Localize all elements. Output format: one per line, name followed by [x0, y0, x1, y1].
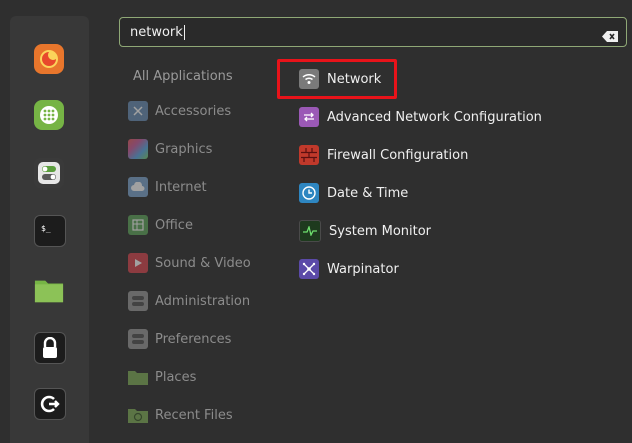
- search-value: network: [130, 25, 183, 40]
- brick-wall-icon: [299, 145, 319, 165]
- category-internet[interactable]: Internet: [128, 176, 207, 198]
- category-label: Recent Files: [155, 407, 233, 423]
- software-manager-icon[interactable]: [34, 100, 64, 130]
- scissors-icon: [128, 101, 148, 121]
- clock-icon: [299, 183, 319, 203]
- files-folder-icon[interactable]: [34, 275, 64, 305]
- text-caret: [183, 25, 185, 40]
- spreadsheet-icon: [128, 215, 148, 235]
- toggle-icon: [128, 329, 148, 349]
- category-preferences[interactable]: Preferences: [128, 328, 231, 350]
- category-graphics[interactable]: Graphics: [128, 138, 212, 160]
- app-warpinator[interactable]: Warpinator: [299, 258, 399, 280]
- category-administration[interactable]: Administration: [128, 290, 250, 312]
- lock-screen-icon[interactable]: [34, 332, 66, 364]
- firefox-icon[interactable]: [34, 44, 64, 74]
- highlight-box: [277, 59, 397, 99]
- settings-toggle-icon[interactable]: [34, 158, 64, 188]
- pulse-icon: [299, 220, 321, 242]
- play-icon: [128, 253, 148, 273]
- search-text[interactable]: network: [130, 25, 185, 40]
- category-label: Internet: [155, 179, 207, 195]
- category-sound-video[interactable]: Sound & Video: [128, 252, 251, 274]
- app-label: Firewall Configuration: [327, 147, 469, 163]
- cloud-icon: [128, 177, 148, 197]
- toggle-icon: [128, 291, 148, 311]
- app-date-time[interactable]: Date & Time: [299, 182, 408, 204]
- category-label: Graphics: [155, 141, 213, 157]
- folder-icon: [128, 367, 148, 387]
- category-label: Administration: [155, 293, 251, 309]
- palette-icon: [128, 139, 148, 159]
- app-system-monitor[interactable]: System Monitor: [299, 220, 431, 242]
- category-label: Accessories: [155, 103, 232, 119]
- folder-clock-icon: [128, 405, 148, 425]
- clear-search-icon[interactable]: [602, 27, 618, 42]
- category-all-applications[interactable]: All Applications: [133, 69, 233, 84]
- app-label: Date & Time: [327, 185, 409, 201]
- category-label: Office: [155, 217, 193, 233]
- category-places[interactable]: Places: [128, 366, 196, 388]
- network-arrows-icon: [299, 107, 319, 127]
- favorites-sidebar: $_: [10, 16, 89, 443]
- app-label: Warpinator: [327, 261, 399, 277]
- category-accessories[interactable]: Accessories: [128, 100, 231, 122]
- logout-icon[interactable]: [34, 388, 66, 420]
- app-label: Advanced Network Configuration: [327, 109, 542, 125]
- terminal-icon[interactable]: $_: [34, 215, 66, 247]
- svg-text:$_: $_: [41, 224, 51, 233]
- app-advanced-network-configuration[interactable]: Advanced Network Configuration: [299, 106, 542, 128]
- category-label: Places: [155, 369, 197, 385]
- app-label: System Monitor: [329, 223, 432, 239]
- search-input[interactable]: network: [119, 17, 627, 47]
- category-label: Preferences: [155, 331, 232, 347]
- app-firewall-configuration[interactable]: Firewall Configuration: [299, 144, 468, 166]
- warp-icon: [299, 259, 319, 279]
- category-office[interactable]: Office: [128, 214, 193, 236]
- category-recent-files[interactable]: Recent Files: [128, 404, 233, 426]
- category-label: Sound & Video: [155, 255, 251, 271]
